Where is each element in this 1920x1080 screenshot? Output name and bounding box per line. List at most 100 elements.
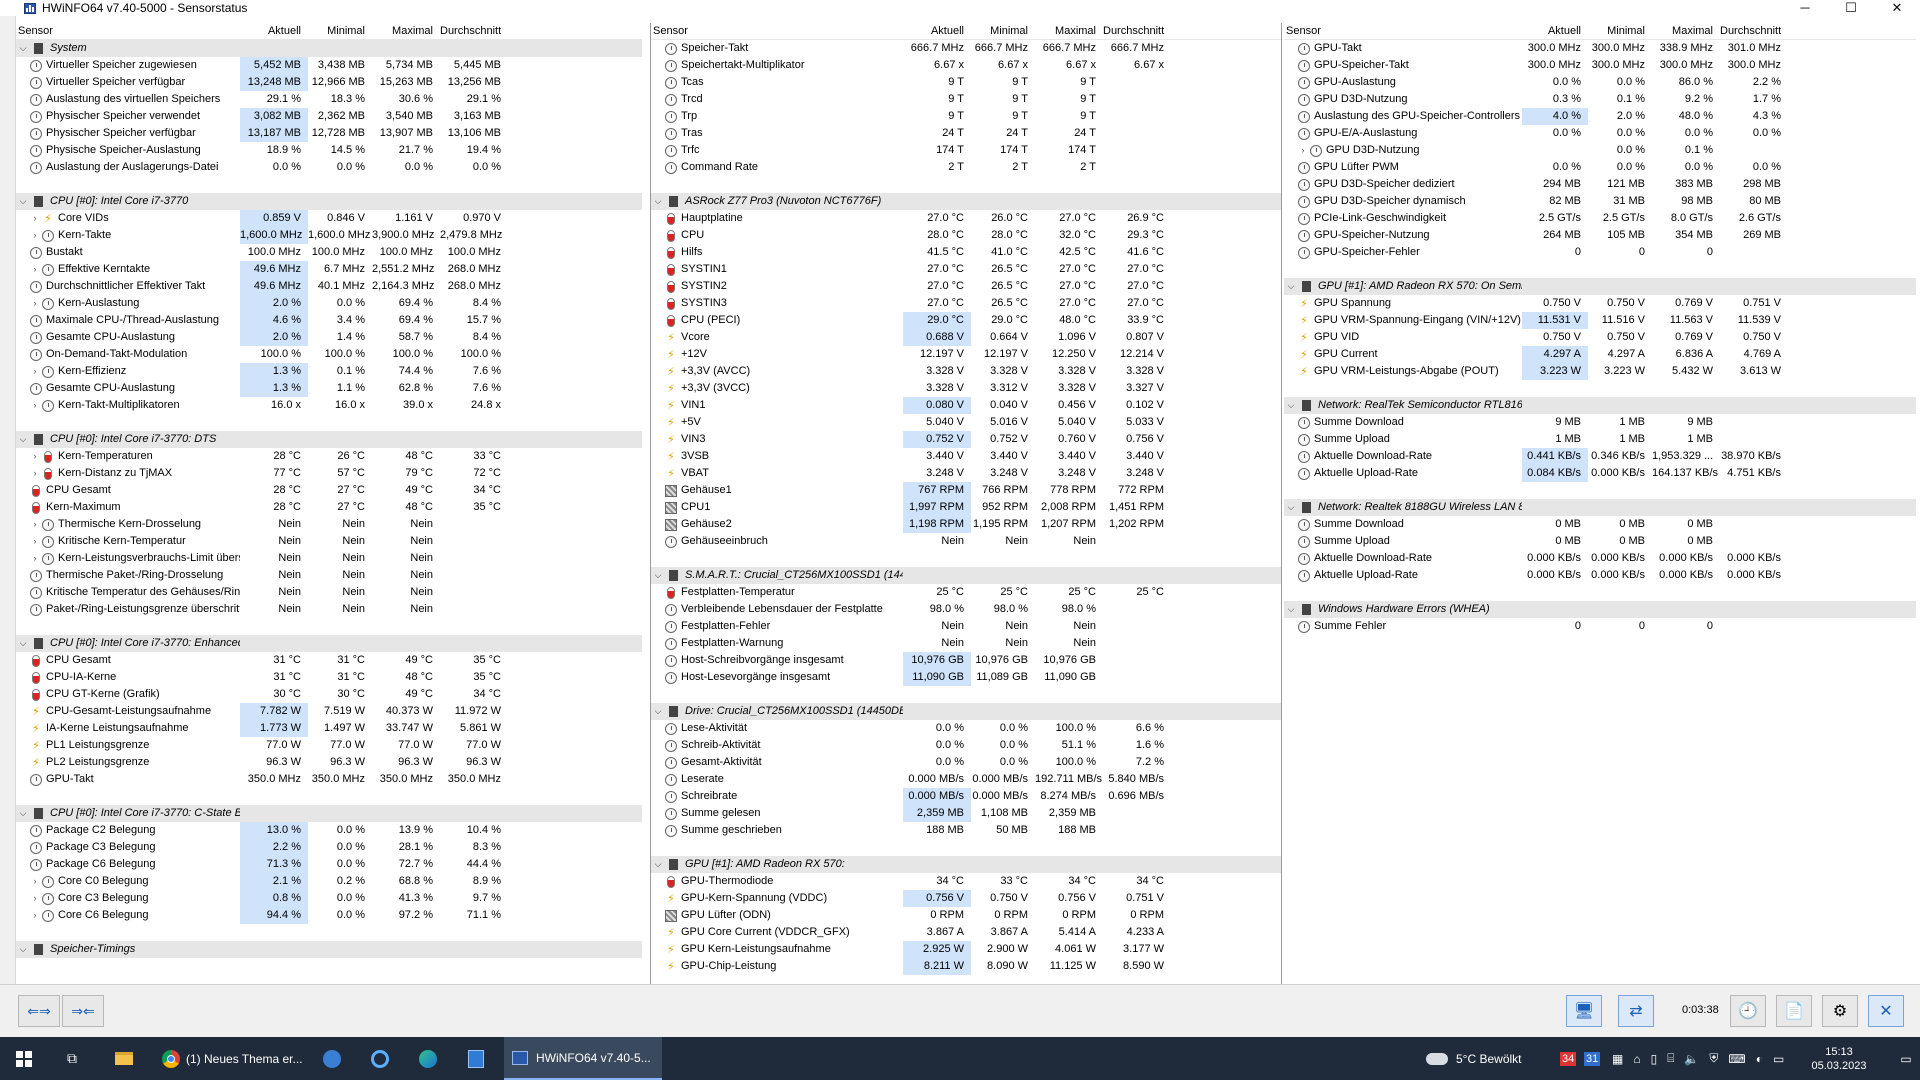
column-header-min[interactable]: Minimal: [1588, 25, 1652, 37]
sensor-row[interactable]: ⚡ +3,3V (3VCC) 3.328 V 3.312 V 3.328 V 3.327 …: [651, 380, 1281, 397]
sensor-row[interactable]: ⚡ GPU Spannung 0.750 V 0.750 V 0.769 V 0.751 …: [1284, 295, 1916, 312]
sensor-row[interactable]: ⚡ +3,3V (AVCC) 3.328 V 3.328 V 3.328 V 3.328 …: [651, 363, 1281, 380]
notification-center-icon[interactable]: ▭: [1773, 1052, 1784, 1066]
sensor-row[interactable]: CPU GT-Kerne (Grafik) 30 °C 30 °C 49 °C 34 °…: [16, 686, 642, 703]
system-tray[interactable]: ▦ ⌂ ▯ ⌸ 🔈 ⛨ ⌨ ◐ ▭: [1612, 1037, 1784, 1080]
sensor-row[interactable]: ⚡ IA-Kerne Leistungsaufnahme 1.773 W 1.497 …: [16, 720, 642, 737]
sensor-row[interactable]: GPU-Speicher-Fehler 0 0 0: [1284, 244, 1916, 261]
sensor-row[interactable]: SYSTIN3 27.0 °C 26.5 °C 27.0 °C 27.0 °C: [651, 295, 1281, 312]
sensor-row[interactable]: ⚡ +12V 12.197 V 12.197 V 12.250 V 12.214 V: [651, 346, 1281, 363]
maximize-button[interactable]: ☐: [1828, 0, 1874, 16]
chevron-down-icon[interactable]: ⌵: [1286, 400, 1296, 411]
tray-badge-blue[interactable]: 31: [1584, 1037, 1601, 1080]
sensor-row[interactable]: ⚡ GPU Core Current (VDDCR_GFX) 3.867 A 3.86…: [651, 924, 1281, 941]
column-header-avg[interactable]: Durchschnitt: [1103, 25, 1171, 37]
column-header-current[interactable]: Aktuell: [903, 25, 971, 37]
sensor-row[interactable]: Schreib-Aktivität 0.0 % 0.0 % 51.1 % 1.6 %: [651, 737, 1281, 754]
sensor-row[interactable]: CPU (PECI) 29.0 °C 29.0 °C 48.0 °C 33.9 °C: [651, 312, 1281, 329]
sensor-row[interactable]: Speicher-Takt 666.7 MHz 666.7 MHz 666.7 MHz…: [651, 40, 1281, 57]
sensor-row[interactable]: Bustakt 100.0 MHz 100.0 MHz 100.0 MHz 100.0 …: [16, 244, 642, 261]
sensor-panel-2[interactable]: Sensor Aktuell Minimal Maximal Durchschnitt S…: [650, 23, 1282, 984]
sensor-row[interactable]: ⚡ GPU Current 4.297 A 4.297 A 6.836 A 4.769 A: [1284, 346, 1916, 363]
network-monitor-button[interactable]: 🖥: [1566, 995, 1602, 1027]
column-header-max[interactable]: Maximal: [1035, 25, 1103, 37]
sensor-row[interactable]: ⚡ VIN1 0.080 V 0.040 V 0.456 V 0.102 V: [651, 397, 1281, 414]
sensor-row[interactable]: Verbleibende Lebensdauer der Festplatte 9…: [651, 601, 1281, 618]
tray-app-icon[interactable]: ▦: [1612, 1052, 1623, 1066]
chevron-down-icon[interactable]: ⌵: [18, 944, 28, 955]
column-header-max[interactable]: Maximal: [1652, 25, 1720, 37]
sensor-row[interactable]: ⚡ 3VSB 3.440 V 3.440 V 3.440 V 3.440 V: [651, 448, 1281, 465]
sensor-row[interactable]: GPU-Speicher-Nutzung 264 MB 105 MB 354 MB 26…: [1284, 227, 1916, 244]
sensor-row[interactable]: Hilfs 41.5 °C 41.0 °C 42.5 °C 41.6 °C: [651, 244, 1281, 261]
sensor-row[interactable]: Host-Lesevorgänge insgesamt 11,090 GB 11,0…: [651, 669, 1281, 686]
sensor-row[interactable]: CPU 28.0 °C 28.0 °C 32.0 °C 29.3 °C: [651, 227, 1281, 244]
sensor-row[interactable]: › Kritische Kern-Temperatur Nein Nein Nein: [16, 533, 642, 550]
sensor-row[interactable]: Gesamte CPU-Auslastung 2.0 % 1.4 % 58.7 % 8.…: [16, 329, 642, 346]
column-header[interactable]: Sensor Aktuell Minimal Maximal Durchschnitt: [651, 23, 1281, 40]
sensor-row[interactable]: Summe gelesen 2,359 MB 1,108 MB 2,359 MB: [651, 805, 1281, 822]
chevron-down-icon[interactable]: ⌵: [1286, 281, 1296, 292]
column-header-sensor[interactable]: Sensor: [16, 25, 240, 37]
sensor-row[interactable]: GPU-Speicher-Takt 300.0 MHz 300.0 MHz 300.0…: [1284, 57, 1916, 74]
sensor-row[interactable]: ⚡ VIN3 0.752 V 0.752 V 0.760 V 0.756 V: [651, 431, 1281, 448]
sensor-row[interactable]: › Kern-Temperaturen 28 °C 26 °C 48 °C 33 °C: [16, 448, 642, 465]
chevron-down-icon[interactable]: ⌵: [1286, 604, 1296, 615]
sensor-row[interactable]: Auslastung der Auslagerungs-Datei 0.0 % 0.…: [16, 159, 642, 176]
edge-button[interactable]: [410, 1037, 446, 1080]
sensor-row[interactable]: Virtueller Speicher zugewiesen 5,452 MB 3,…: [16, 57, 642, 74]
sensor-row[interactable]: GPU Lüfter (ODN) 0 RPM 0 RPM 0 RPM 0 RPM: [651, 907, 1281, 924]
calculator-button[interactable]: [458, 1037, 494, 1080]
chevron-down-icon[interactable]: ⌵: [653, 196, 663, 207]
sensor-row[interactable]: GPU-E/A-Auslastung 0.0 % 0.0 % 0.0 % 0.0 %: [1284, 125, 1916, 142]
sensor-row[interactable]: Host-Schreibvorgänge insgesamt 10,976 GB 1…: [651, 652, 1281, 669]
minimize-button[interactable]: ─: [1782, 0, 1828, 16]
sensor-row[interactable]: Gehäuse2 1,198 RPM 1,195 RPM 1,207 RPM 1,202…: [651, 516, 1281, 533]
sensor-row[interactable]: › Kern-Leistungsverbrauchs-Limit überschr…: [16, 550, 642, 567]
chrome-taskbar-button[interactable]: (1) Neues Thema er...: [156, 1037, 306, 1080]
chevron-down-icon[interactable]: ⌵: [1286, 502, 1296, 513]
add-report-button[interactable]: 📄: [1776, 995, 1812, 1027]
sensor-row[interactable]: ⚡ GPU-Chip-Leistung 8.211 W 8.090 W 11.125 W…: [651, 958, 1281, 975]
sensor-group-header[interactable]: ⌵ ASRock Z77 Pro3 (Nuvoton NCT6776F): [651, 193, 1281, 210]
expand-arrow-icon[interactable]: ›: [30, 227, 40, 244]
sensor-group-header[interactable]: ⌵ S.M.A.R.T.: Crucial_CT256MX100SSD1 (144…: [651, 567, 1281, 584]
chevron-down-icon[interactable]: ⌵: [653, 706, 663, 717]
sensor-row[interactable]: ⚡ VBAT 3.248 V 3.248 V 3.248 V 3.248 V: [651, 465, 1281, 482]
sensor-row[interactable]: Tras 24 T 24 T 24 T: [651, 125, 1281, 142]
expand-arrow-icon[interactable]: ›: [30, 873, 40, 890]
language-icon[interactable]: ⌨: [1728, 1052, 1745, 1066]
notifications-button[interactable]: ▭: [1896, 1037, 1916, 1080]
settings-button[interactable]: ⚙: [1822, 995, 1858, 1027]
task-view-button[interactable]: ⧉: [54, 1037, 90, 1080]
sensor-row[interactable]: Summe Download 0 MB 0 MB 0 MB: [1284, 516, 1916, 533]
sensor-row[interactable]: › Kern-Distanz zu TjMAX 77 °C 57 °C 79 °C 72 …: [16, 465, 642, 482]
weather-widget[interactable]: 5°C Bewölkt: [1426, 1037, 1522, 1080]
expand-arrow-icon[interactable]: ›: [30, 907, 40, 924]
sensor-group-header[interactable]: ⌵ System: [16, 40, 642, 57]
usb-icon[interactable]: ⌂: [1633, 1052, 1640, 1066]
sensor-group-header[interactable]: ⌵ Windows Hardware Errors (WHEA): [1284, 601, 1916, 618]
sensor-row[interactable]: GPU-Takt 350.0 MHz 350.0 MHz 350.0 MHz 350.0…: [16, 771, 642, 788]
expand-arrows-button[interactable]: ⇒⇐: [62, 995, 104, 1027]
sensor-row[interactable]: GPU-Thermodiode 34 °C 33 °C 34 °C 34 °C: [651, 873, 1281, 890]
sensor-row[interactable]: On-Demand-Takt-Modulation 100.0 % 100.0 % 1…: [16, 346, 642, 363]
sensor-row[interactable]: Gehäuseeinbruch Nein Nein Nein: [651, 533, 1281, 550]
sensor-row[interactable]: ⚡ CPU-Gesamt-Leistungsaufnahme 7.782 W 7.51…: [16, 703, 642, 720]
volume-icon[interactable]: 🔈: [1684, 1052, 1699, 1066]
chevron-down-icon[interactable]: ⌵: [18, 638, 28, 649]
sensor-row[interactable]: › Kern-Takte 1,600.0 MHz 1,600.0 MHz 3,900.0…: [16, 227, 642, 244]
expand-arrow-icon[interactable]: ›: [30, 363, 40, 380]
sensor-row[interactable]: Gesamt-Aktivität 0.0 % 0.0 % 100.0 % 7.2 %: [651, 754, 1281, 771]
sensor-row[interactable]: Maximale CPU-/Thread-Auslastung 4.6 % 3.4 …: [16, 312, 642, 329]
close-window-button[interactable]: ✕: [1874, 0, 1920, 16]
expand-arrow-icon[interactable]: ›: [30, 210, 40, 227]
expand-arrow-icon[interactable]: ›: [30, 890, 40, 907]
collapse-arrows-button[interactable]: ⇐⇒: [18, 995, 60, 1027]
chevron-down-icon[interactable]: ⌵: [18, 808, 28, 819]
column-header-sensor[interactable]: Sensor: [651, 25, 903, 37]
sensor-row[interactable]: Summe Upload 0 MB 0 MB 0 MB: [1284, 533, 1916, 550]
sensor-row[interactable]: Aktuelle Download-Rate 0.000 KB/s 0.000 KB…: [1284, 550, 1916, 567]
sensor-row[interactable]: Package C2 Belegung 13.0 % 0.0 % 13.9 % 10.4…: [16, 822, 642, 839]
sensor-row[interactable]: › ⚡ Core VIDs 0.859 V 0.846 V 1.161 V 0.970 V: [16, 210, 642, 227]
